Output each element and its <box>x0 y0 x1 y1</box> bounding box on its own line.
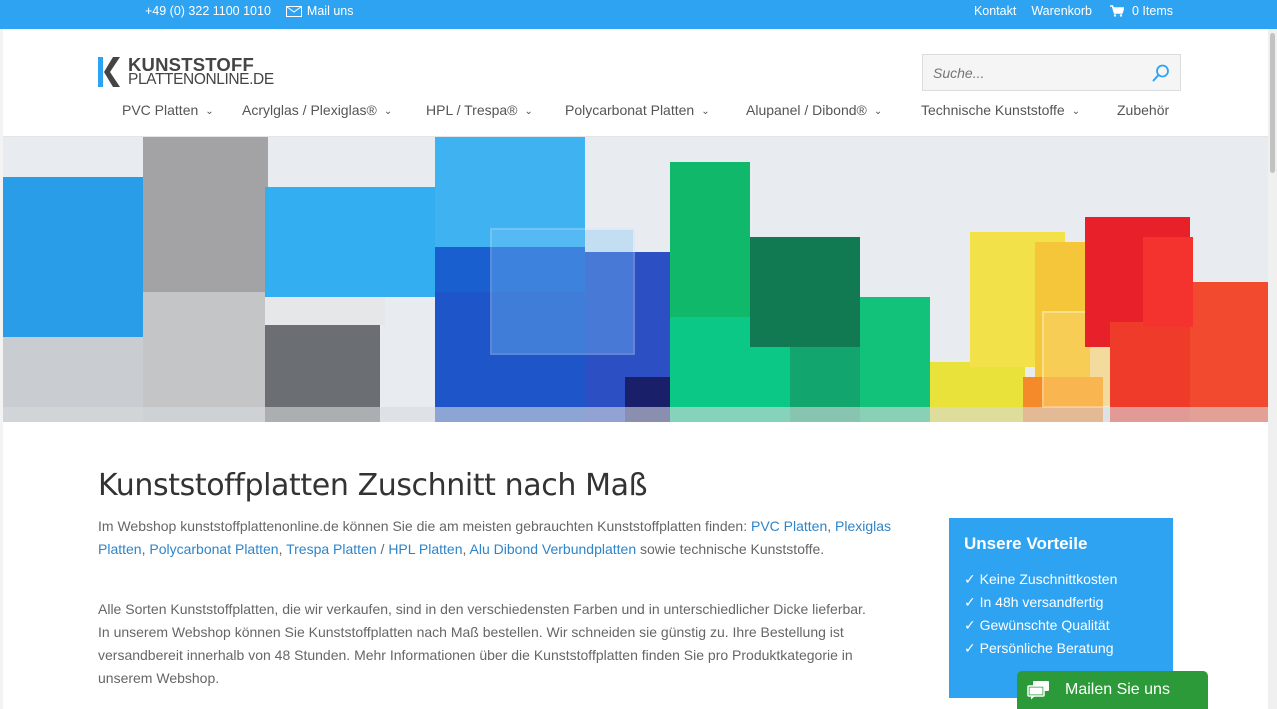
hero-banner <box>3 137 1268 422</box>
search-icon[interactable] <box>1152 64 1170 82</box>
chevron-down-icon: ⌄ <box>1071 105 1081 117</box>
site-header: KUNSTSTOFF PLATTENONLINE.DE PVC Platten ⌄… <box>3 29 1268 137</box>
chevron-down-icon: ⌄ <box>701 105 710 117</box>
nav-label: Acrylglas / Plexiglas® <box>242 102 377 118</box>
top-bar: +49 (0) 322 1100 1010 Mail uns Kontakt W… <box>0 0 1277 29</box>
advantages-title: Unsere Vorteile <box>964 534 1088 553</box>
nav-item-acrylglas[interactable]: Acrylglas / Plexiglas® ⌄ <box>242 102 426 118</box>
envelope-icon <box>285 5 302 17</box>
nav-item-polycarbonat[interactable]: Polycarbonat Platten ⌄ <box>565 102 746 118</box>
cart-count: 0 Items <box>1132 4 1173 18</box>
search-box <box>922 54 1181 91</box>
cart-link[interactable]: 0 Items <box>1110 4 1173 18</box>
chat-bubbles-icon <box>1027 681 1049 700</box>
logo-line-1: KUNSTSTOFF <box>128 54 255 75</box>
kontakt-link[interactable]: Kontakt <box>974 4 1016 18</box>
cart-icon <box>1110 5 1124 17</box>
search-input[interactable] <box>923 55 1143 90</box>
site-logo[interactable]: KUNSTSTOFF PLATTENONLINE.DE <box>98 55 274 89</box>
list-item: ✓ Gewünschte Qualität <box>964 617 1110 633</box>
nav-item-alupanel[interactable]: Alupanel / Dibond® ⌄ <box>746 102 921 118</box>
link-pvc-platten[interactable]: PVC Platten <box>751 518 827 534</box>
list-item: ✓ Keine Zuschnittkosten <box>964 571 1118 587</box>
logo-k-icon <box>98 57 120 87</box>
page-frame: KUNSTSTOFF PLATTENONLINE.DE PVC Platten ⌄… <box>3 29 1268 709</box>
intro-paragraph: Im Webshop kunststoffplattenonline.de kö… <box>98 515 898 561</box>
mail-us-button[interactable]: Mailen Sie uns <box>1017 671 1208 709</box>
link-trespa-platten[interactable]: Trespa Platten <box>286 541 377 557</box>
nav-label: HPL / Trespa® <box>426 102 518 118</box>
link-hpl-platten[interactable]: HPL Platten <box>388 541 462 557</box>
nav-item-zubehoer[interactable]: Zubehör <box>1117 102 1169 118</box>
chevron-down-icon: ⌄ <box>383 105 393 117</box>
scrollbar-thumb[interactable] <box>1270 33 1275 173</box>
nav-item-hpl-trespa[interactable]: HPL / Trespa® ⌄ <box>426 102 565 118</box>
chevron-down-icon: ⌄ <box>524 105 533 117</box>
link-alu-dibond[interactable]: Alu Dibond Verbundplatten <box>470 541 637 557</box>
nav-item-pvc-platten[interactable]: PVC Platten ⌄ <box>122 102 242 118</box>
intro-text: Im Webshop kunststoffplattenonline.de kö… <box>98 518 751 534</box>
top-bar-links: Kontakt Warenkorb 0 Items <box>959 4 1173 18</box>
nav-label: PVC Platten <box>122 102 199 118</box>
nav-label: Alupanel / Dibond® <box>746 102 867 118</box>
page-scrollbar[interactable] <box>1268 29 1277 709</box>
outro-text: sowie technische Kunststoffe. <box>636 541 825 557</box>
advantages-list: ✓ Keine Zuschnittkosten ✓ In 48h versand… <box>964 568 1158 660</box>
nav-label: Polycarbonat Platten <box>565 102 695 118</box>
separator: , <box>462 541 470 557</box>
phone-number[interactable]: +49 (0) 322 1100 1010 <box>145 4 271 18</box>
hero-image <box>3 137 1268 422</box>
main-nav: PVC Platten ⌄ Acrylglas / Plexiglas® ⌄ HPL… <box>122 102 1169 118</box>
chevron-down-icon: ⌄ <box>205 105 214 117</box>
separator: / <box>376 541 389 557</box>
logo-line-2: PLATTENONLINE.DE <box>128 71 274 88</box>
nav-label: Zubehör <box>1117 102 1170 118</box>
nav-item-technische-kunststoffe[interactable]: Technische Kunststoffe ⌄ <box>921 102 1117 118</box>
list-item: ✓ In 48h versandfertig <box>964 594 1104 610</box>
separator: , <box>827 518 836 534</box>
mail-link[interactable]: Mail uns <box>285 4 354 18</box>
chevron-down-icon: ⌄ <box>873 105 883 117</box>
link-polycarbonat-platten[interactable]: Polycarbonat Platten <box>149 541 278 557</box>
description-paragraph: Alle Sorten Kunststoffplatten, die wir v… <box>98 601 866 686</box>
mail-us-label: Mailen Sie uns <box>1065 681 1170 698</box>
mail-label: Mail uns <box>306 4 354 18</box>
page-title: Kunststoffplatten Zuschnitt nach Maß <box>98 468 648 503</box>
main-content: Kunststoffplatten Zuschnitt nach Maß Im … <box>3 422 1268 709</box>
nav-label: Technische Kunststoffe <box>921 102 1065 118</box>
top-bar-contact: +49 (0) 322 1100 1010 Mail uns <box>145 4 353 18</box>
separator: , <box>278 541 287 557</box>
logo-wordmark: KUNSTSTOFF PLATTENONLINE.DE <box>128 54 274 88</box>
list-item: ✓ Persönliche Beratung <box>964 640 1114 656</box>
warenkorb-link[interactable]: Warenkorb <box>1031 4 1092 18</box>
